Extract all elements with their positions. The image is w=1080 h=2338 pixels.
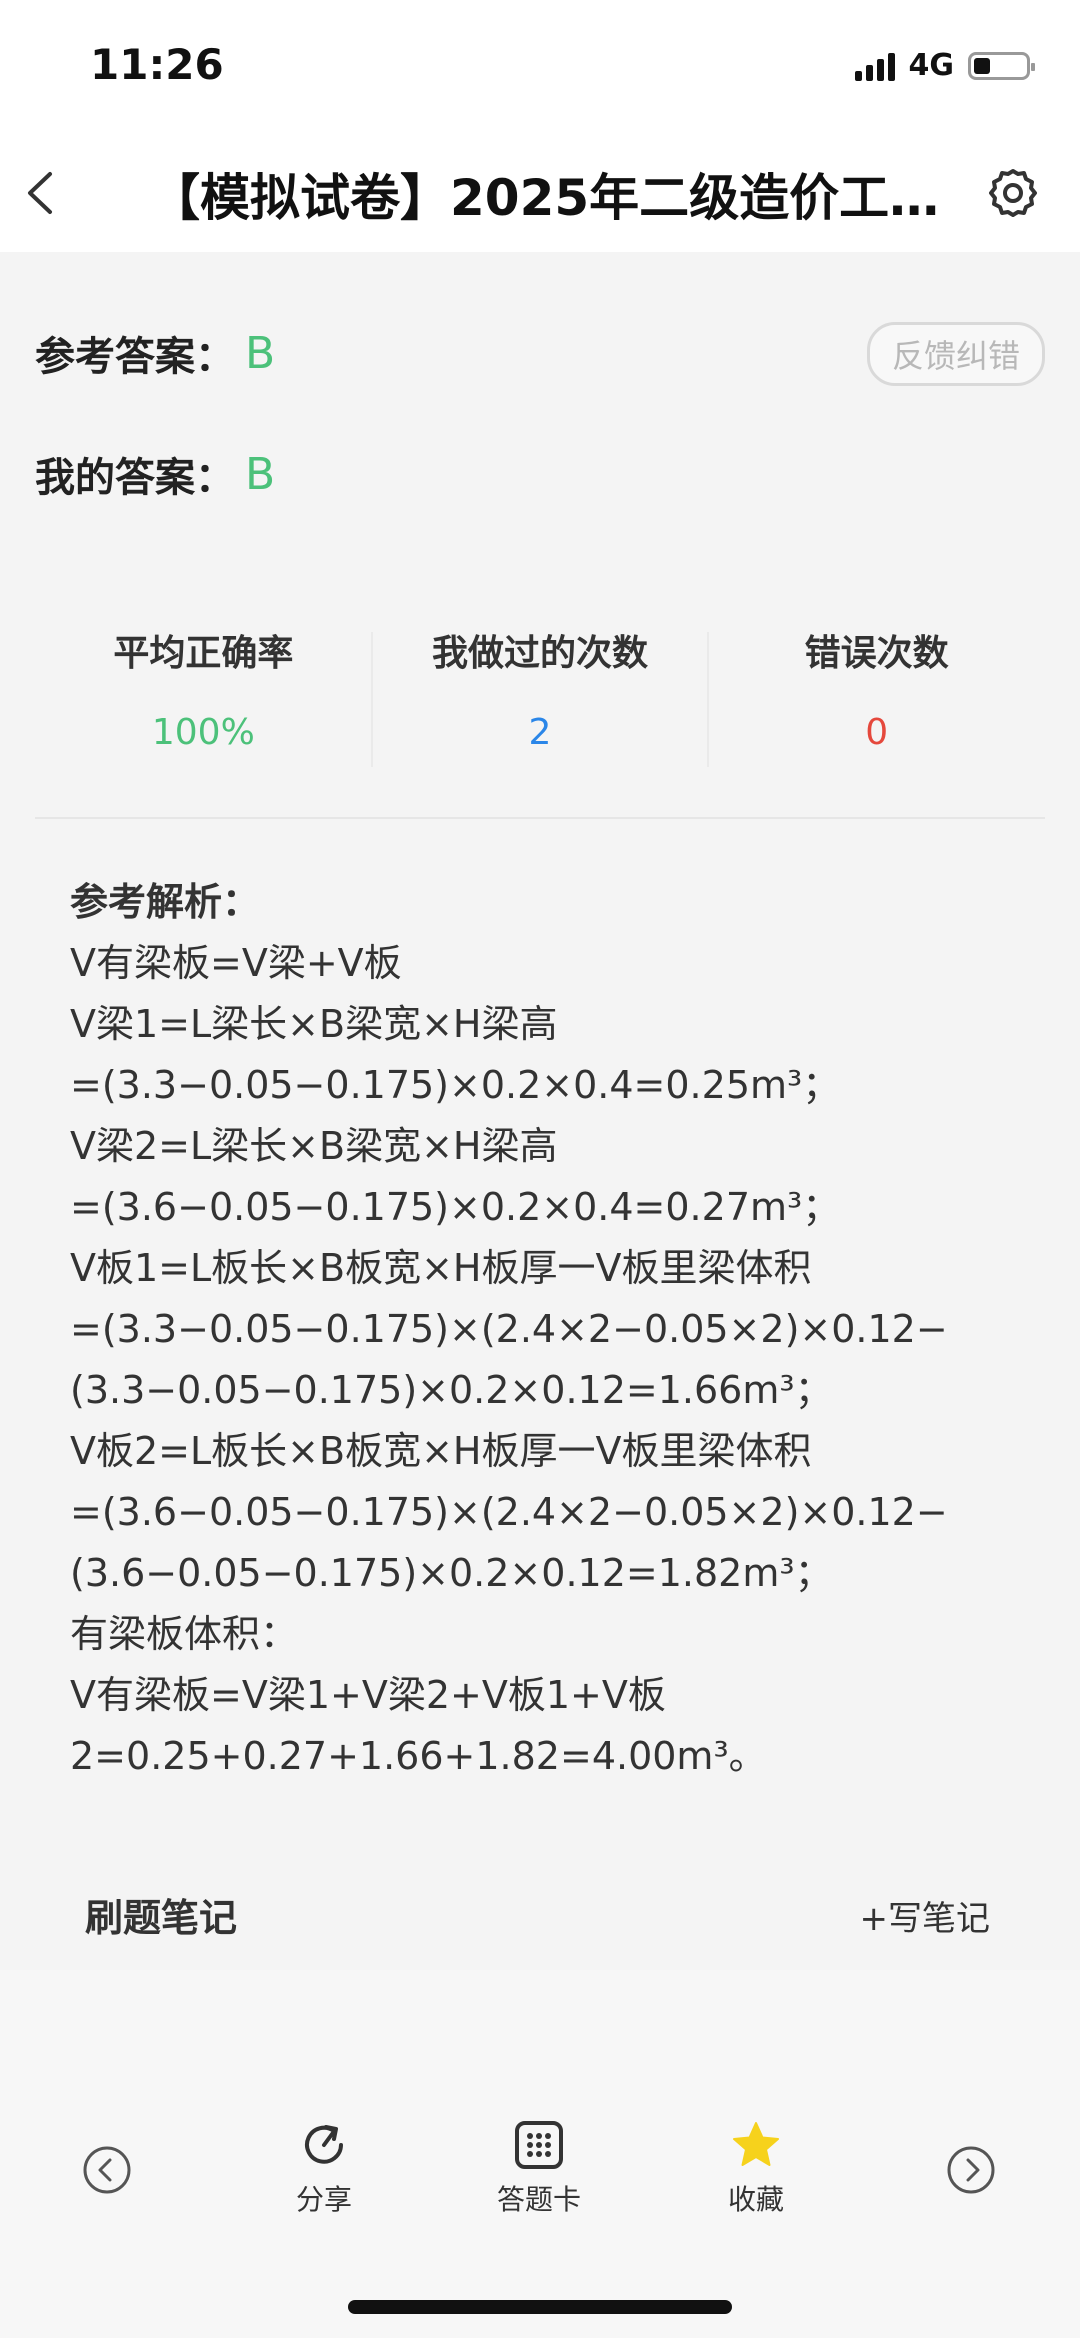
stat-errors-label: 错误次数: [804, 633, 949, 674]
analysis-line: V有梁板=V梁1+V梁2+V板1+V板: [70, 1673, 666, 1717]
notes-row: 刷题笔记 +写笔记: [0, 1877, 1080, 1947]
status-time: 11:26: [90, 40, 224, 89]
stat-attempts-value: 2: [528, 712, 552, 753]
status-bar: 11:26 4G: [0, 0, 1080, 130]
next-question-icon[interactable]: [946, 2145, 996, 2195]
analysis-body: V有梁板=V梁+V板 V梁1=L梁长×B梁宽×H梁高 =(3.3−0.05−0.…: [70, 933, 1030, 1787]
favorite-button[interactable]: 收藏: [676, 1970, 836, 2218]
network-type: 4G: [908, 48, 955, 83]
star-icon: [733, 2122, 779, 2166]
share-label: 分享: [295, 2183, 352, 2216]
favorite-label: 收藏: [727, 2183, 784, 2216]
my-answer: 我的答案： B: [35, 445, 275, 503]
analysis-line: =(3.3−0.05−0.175)×(2.4×2−0.05×2)×0.12−: [70, 1307, 948, 1351]
answer-card-icon: [515, 2121, 563, 2169]
analysis-line: (3.3−0.05−0.175)×0.2×0.12=1.66m³；: [70, 1368, 833, 1412]
stat-attempts: 我做过的次数 2: [372, 612, 709, 817]
analysis-line: 有梁板体积：: [70, 1612, 299, 1656]
gear-icon[interactable]: [986, 166, 1040, 220]
share-icon: [305, 2125, 343, 2164]
analysis-line: V板1=L板长×B板宽×H板厚一V板里梁体积: [70, 1246, 812, 1290]
previous-question-icon[interactable]: [82, 2145, 132, 2195]
stat-accuracy-label: 平均正确率: [113, 633, 294, 674]
signal-icon: [854, 51, 895, 81]
analysis-line: V有梁板=V梁+V板: [70, 941, 402, 985]
answer-panel: 参考答案： B 反馈纠错 我的答案： B 平均正确率 100% 我做过的次数 2…: [0, 252, 1080, 1970]
home-indicator: [348, 2300, 732, 2314]
reference-answer-value: B: [245, 327, 276, 379]
stat-attempts-label: 我做过的次数: [432, 633, 649, 674]
stat-errors-value: 0: [865, 712, 889, 753]
nav-bar: 【模拟试卷】2025年二级造价工...: [0, 130, 1080, 252]
stats-panel: 平均正确率 100% 我做过的次数 2 错误次数 0: [35, 612, 1045, 819]
page-title: 【模拟试卷】2025年二级造价工...: [150, 169, 940, 227]
analysis-line: (3.6−0.05−0.175)×0.2×0.12=1.82m³；: [70, 1551, 833, 1595]
notes-title: 刷题笔记: [85, 1896, 238, 1940]
write-note-button[interactable]: +写笔记: [860, 1891, 991, 1940]
analysis-line: 2=0.25+0.27+1.66+1.82=4.00m³。: [70, 1734, 767, 1778]
analysis-title: 参考解析：: [70, 880, 261, 924]
reference-answer-label: 参考答案：: [35, 334, 235, 380]
analysis-line: V梁1=L梁长×B梁宽×H梁高: [70, 1002, 558, 1046]
reference-answer: 参考答案： B: [35, 324, 275, 382]
analysis-line: V梁2=L梁长×B梁宽×H梁高: [70, 1124, 558, 1168]
my-answer-label: 我的答案：: [35, 455, 235, 501]
answer-card-button[interactable]: 答题卡: [459, 1970, 619, 2218]
analysis-line: V板2=L板长×B板宽×H板厚一V板里梁体积: [70, 1429, 812, 1473]
answer-card-label: 答题卡: [496, 2183, 581, 2216]
back-arrow-icon[interactable]: [18, 168, 68, 218]
analysis-section: 参考解析： V有梁板=V梁+V板 V梁1=L梁长×B梁宽×H梁高 =(3.3−0…: [70, 872, 1030, 1787]
stat-accuracy-value: 100%: [151, 712, 255, 753]
status-indicators: 4G: [854, 48, 1035, 83]
feedback-button[interactable]: 反馈纠错: [866, 322, 1045, 386]
bottom-toolbar: 分享 答题卡 收藏: [0, 1970, 1080, 2338]
battery-icon: [968, 51, 1035, 80]
analysis-line: =(3.6−0.05−0.175)×0.2×0.4=0.27m³；: [70, 1185, 841, 1229]
share-button[interactable]: 分享: [244, 1970, 404, 2218]
stat-accuracy: 平均正确率 100%: [35, 612, 372, 817]
my-answer-value: B: [245, 448, 276, 500]
stat-errors: 错误次数 0: [708, 612, 1045, 817]
analysis-line: =(3.6−0.05−0.175)×(2.4×2−0.05×2)×0.12−: [70, 1490, 948, 1534]
analysis-line: =(3.3−0.05−0.175)×0.2×0.4=0.25m³；: [70, 1063, 841, 1107]
